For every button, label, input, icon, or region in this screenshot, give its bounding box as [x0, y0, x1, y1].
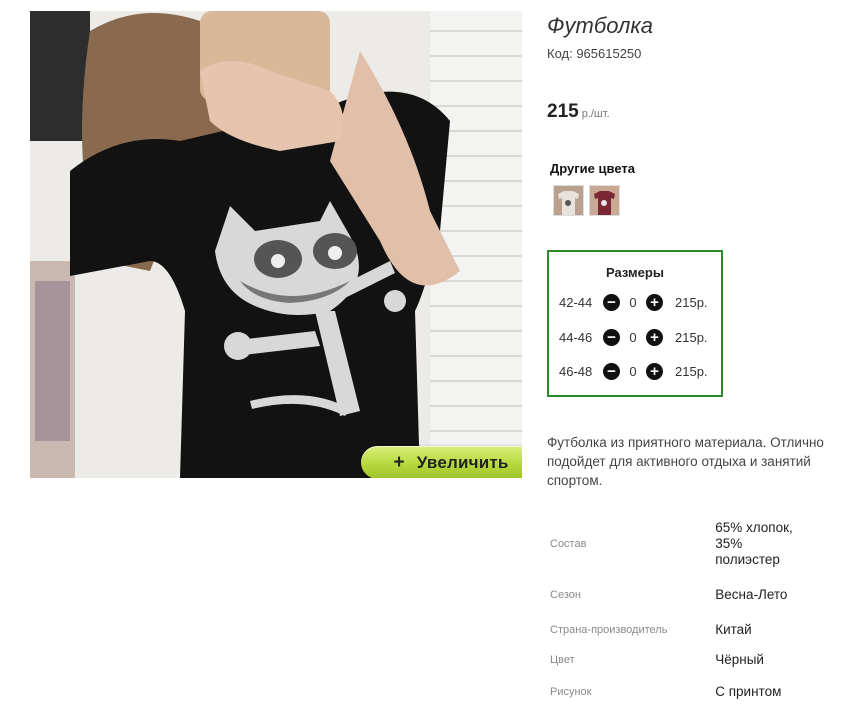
sizes-heading: Размеры [606, 265, 664, 280]
burgundy-tshirt-thumbnail [590, 186, 619, 215]
product-price: 215 р./шт. [547, 101, 610, 123]
size-row: 44-46 − 0 + 215р. [559, 327, 708, 347]
spec-key: Цвет [550, 653, 575, 666]
product-description: Футболка из приятного материала. Отлично… [547, 435, 824, 488]
spec-row: Состав 65% хлопок, 35% полиэстер [547, 511, 807, 577]
white-tshirt-swatch[interactable] [553, 185, 584, 216]
size-quantity: 0 [629, 294, 637, 310]
size-quantity: 0 [629, 363, 637, 379]
product-photo-illustration [30, 11, 522, 478]
price-unit: р./шт. [581, 108, 610, 120]
size-label: 42-44 [559, 294, 593, 310]
plus-icon[interactable]: + [646, 328, 663, 346]
spec-value: Весна-Лето [715, 587, 788, 602]
minus-icon[interactable]: − [603, 328, 620, 346]
size-row: 42-44 − 0 + 215р. [559, 292, 708, 312]
spec-value: Китай [715, 622, 752, 637]
spec-key: Сезон [550, 588, 581, 601]
spec-row: Цвет Чёрный [547, 647, 807, 673]
size-label: 44-46 [559, 329, 593, 345]
plus-icon: + [393, 452, 405, 473]
spec-value: С принтом [715, 684, 782, 699]
sizes-box: Размеры 42-44 − 0 + 215р. 44-46 − 0 + 21… [547, 250, 723, 397]
spec-row: Рисунок С принтом [547, 673, 807, 711]
size-row: 46-48 − 0 + 215р. [559, 361, 708, 381]
price-value: 215 [547, 101, 579, 122]
product-code: Код: 965615250 [547, 46, 642, 61]
plus-icon[interactable]: + [646, 362, 663, 380]
spec-row: Сезон Весна-Лето [547, 577, 807, 613]
product-photo[interactable]: + Увеличить [30, 11, 522, 478]
plus-icon[interactable]: + [646, 293, 663, 311]
minus-icon[interactable]: − [603, 293, 620, 311]
size-quantity: 0 [629, 329, 637, 345]
burgundy-tshirt-swatch[interactable] [589, 185, 620, 216]
spec-key: Рисунок [550, 685, 592, 698]
zoom-button[interactable]: + Увеличить [361, 446, 522, 478]
product-title: Футболка [547, 13, 653, 38]
spec-key: Состав [550, 537, 587, 550]
spec-row: Страна-производитель Китай [547, 613, 807, 647]
size-price: 215р. [675, 294, 708, 310]
spec-key: Страна-производитель [550, 623, 668, 636]
specs-table: Состав 65% хлопок, 35% полиэстер Сезон В… [547, 511, 807, 711]
size-label: 46-48 [559, 363, 593, 379]
spec-value: Чёрный [715, 652, 764, 667]
white-tshirt-thumbnail [554, 186, 583, 215]
minus-icon[interactable]: − [603, 362, 620, 380]
size-price: 215р. [675, 363, 708, 379]
spec-value: 65% хлопок, 35% полиэстер [715, 520, 793, 567]
size-price: 215р. [675, 329, 708, 345]
other-colors-heading: Другие цвета [550, 161, 635, 176]
zoom-button-label: Увеличить [416, 452, 509, 472]
